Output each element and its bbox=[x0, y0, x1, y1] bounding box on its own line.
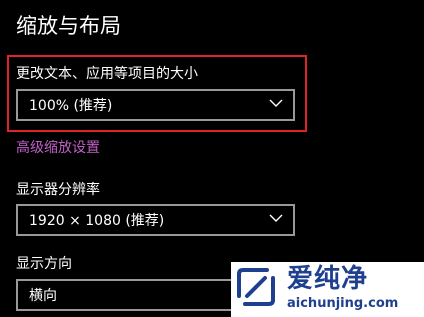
logo-icon bbox=[237, 268, 275, 306]
chevron-down-icon bbox=[269, 99, 283, 107]
orientation-dropdown-value: 横向 bbox=[29, 288, 57, 304]
scale-dropdown[interactable]: 100% (推荐) bbox=[16, 89, 295, 121]
resolution-dropdown[interactable]: 1920 × 1080 (推荐) bbox=[16, 204, 295, 236]
section-title: 缩放与布局 bbox=[16, 14, 121, 38]
watermark-name: 爱纯净 bbox=[287, 264, 369, 294]
resolution-dropdown-value: 1920 × 1080 (推荐) bbox=[29, 213, 165, 229]
orientation-label: 显示方向 bbox=[16, 256, 72, 272]
resolution-label: 显示器分辨率 bbox=[16, 182, 100, 198]
scale-label: 更改文本、应用等项目的大小 bbox=[16, 66, 198, 82]
advanced-scaling-link[interactable]: 高级缩放设置 bbox=[16, 137, 100, 157]
scale-dropdown-value: 100% (推荐) bbox=[29, 98, 113, 114]
chevron-down-icon bbox=[269, 214, 283, 222]
watermark: 爱纯净 aichunjing.com bbox=[231, 262, 424, 317]
watermark-url: aichunjing.com bbox=[287, 296, 399, 311]
